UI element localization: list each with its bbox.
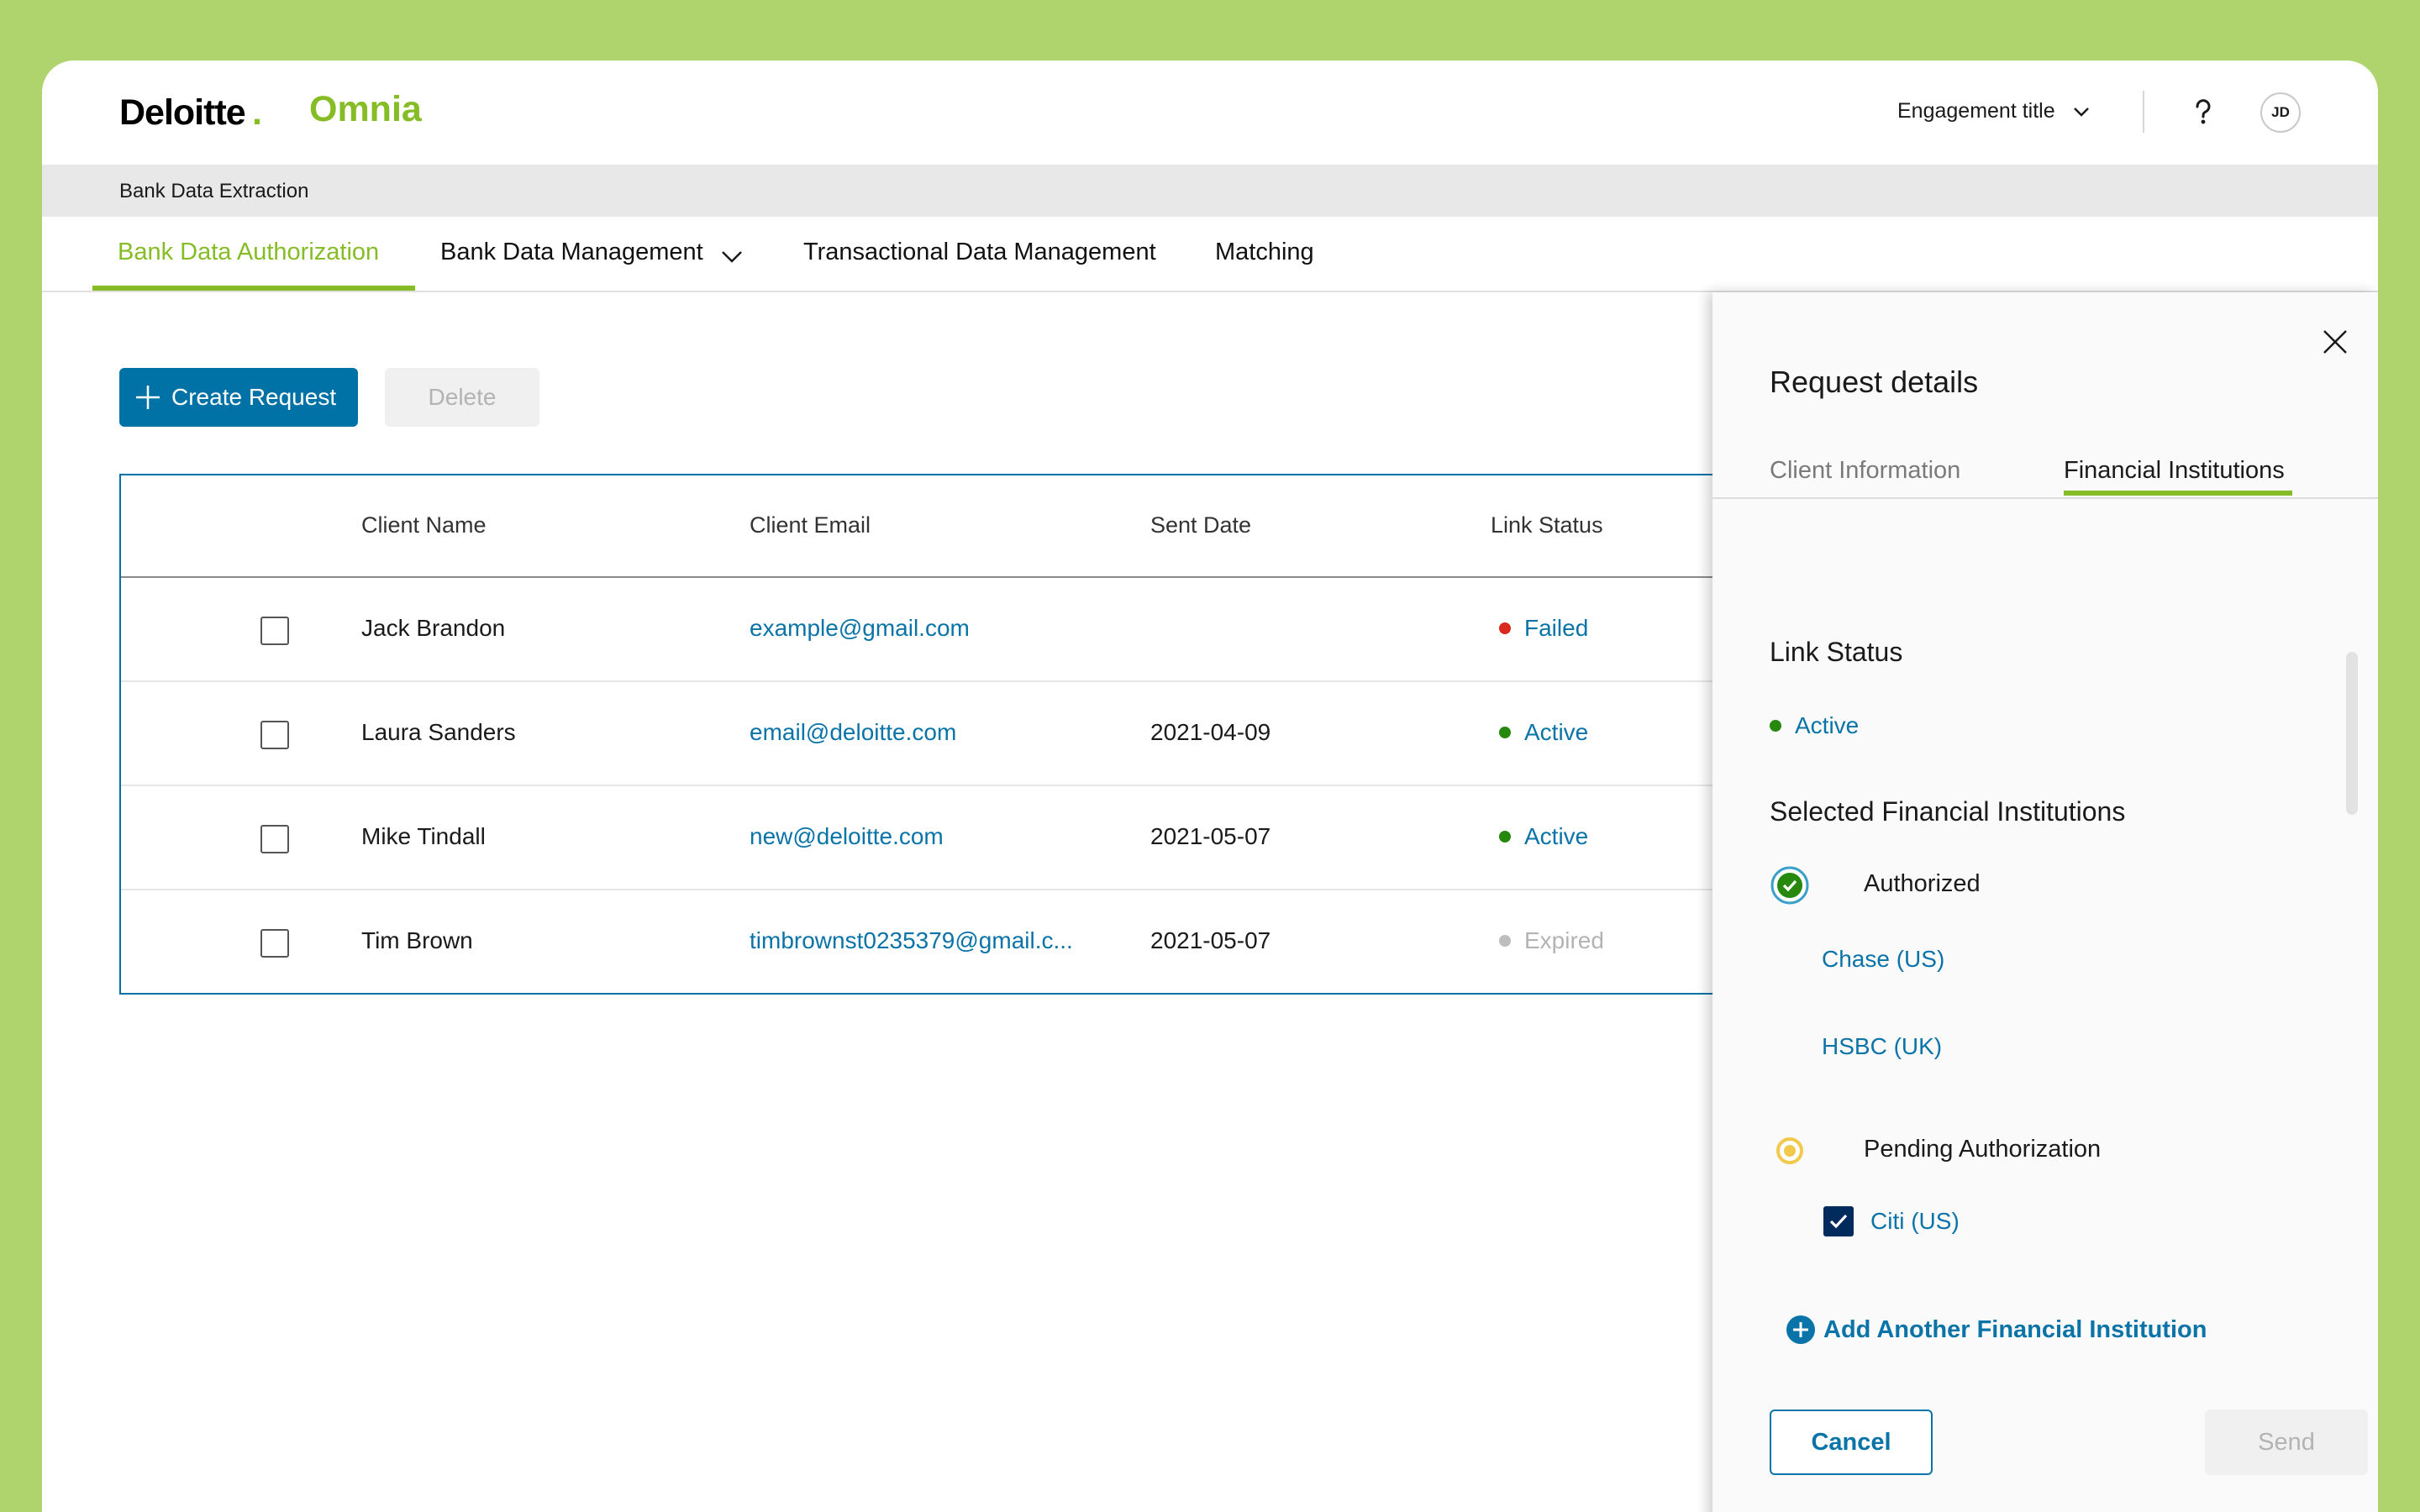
panel-link-status-value: Active [1795,712,1860,738]
tab-financial-institutions[interactable]: Financial Institutions [2064,457,2285,485]
table-row[interactable]: Mike Tindall new@deloitte.com 2021-05-07 Ac… [121,786,1840,890]
panel-scrollbar[interactable] [2346,652,2358,815]
link-status-heading: Link Status [1770,637,1903,667]
pending-authorization-label: Pending Authorization [1864,1136,2102,1163]
authorized-label: Authorized [1864,870,1981,897]
status-dot [1499,622,1511,634]
header-divider [2143,91,2144,133]
sent-date-cell: 2021-05-07 [1150,927,1271,953]
panel-tab-divider [1712,497,2378,499]
top-header: Deloitte . Omnia Engagement title JD [42,60,2378,165]
link-status-text: Expired [1524,927,1604,953]
table-row[interactable]: Laura Sanders email@deloitte.com 2021-04-0… [121,682,1840,786]
client-email-link[interactable]: example@gmail.com [750,615,970,642]
link-status-cell: Active [1499,823,1588,850]
row-checkbox[interactable] [260,825,289,853]
delete-button[interactable]: Delete [385,368,539,427]
request-details-panel: Request details Client Information Finan… [1712,292,2378,1512]
tab-client-information[interactable]: Client Information [1770,457,1960,485]
client-email-link[interactable]: timbrownst0235379@gmail.c... [750,927,1073,954]
table-row[interactable]: Jack Brandon example@gmail.com Failed [121,578,1840,682]
cancel-button[interactable]: Cancel [1770,1410,1933,1475]
panel-title: Request details [1770,365,1979,399]
column-link-status[interactable]: Link Status [1491,512,1603,538]
create-request-button[interactable]: Create Request [119,368,358,427]
add-institution-label: Add Another Financial Institution [1823,1315,2207,1343]
row-checkbox[interactable] [260,617,289,645]
plus-circle-icon [1786,1315,1815,1344]
chevron-down-icon[interactable] [718,242,746,270]
add-institution-button[interactable]: Add Another Financial Institution [1785,1314,2207,1346]
engagement-selector[interactable]: Engagement title [1897,99,2055,123]
requests-table: Client Name Client Email Sent Date Link … [119,474,1842,995]
tab-bank-data-authorization[interactable]: Bank Data Authorization [118,239,379,266]
table-row[interactable]: Tim Brown timbrownst0235379@gmail.c... 202… [121,890,1840,995]
client-email-link[interactable]: email@deloitte.com [750,719,956,746]
sent-date-cell: 2021-05-07 [1150,823,1271,849]
row-checkbox[interactable] [260,929,289,958]
active-tab-indicator [92,286,415,291]
panel-tab-indicator [2064,491,2292,496]
link-status-text: Active [1524,823,1589,849]
app-window: Deloitte . Omnia Engagement title JD Ban… [42,60,2378,1512]
breadcrumb-bar: Bank Data Extraction [42,165,2378,217]
tab-bank-data-management[interactable]: Bank Data Management [440,239,703,266]
create-request-label: Create Request [171,384,337,410]
help-icon[interactable] [2185,94,2222,131]
citi-checkbox[interactable] [1823,1206,1854,1236]
table-header: Client Name Client Email Sent Date Link … [121,475,1840,578]
product-name: Omnia [309,89,422,129]
sent-date-cell: 2021-04-09 [1150,719,1271,745]
panel-link-status: Active [1770,712,1859,739]
link-status-cell: Failed [1499,615,1588,642]
link-status-cell: Expired [1499,927,1604,954]
selected-institutions-heading: Selected Financial Institutions [1770,796,2126,827]
status-dot [1499,935,1511,947]
user-avatar[interactable]: JD [2260,92,2301,133]
deloitte-logo-dot: . [252,92,262,133]
column-client-name[interactable]: Client Name [361,512,487,538]
status-dot [1770,720,1781,732]
client-name-cell: Mike Tindall [361,823,486,849]
breadcrumb[interactable]: Bank Data Extraction [119,180,308,203]
tab-transactional-data-management[interactable]: Transactional Data Management [803,239,1156,266]
link-status-text: Active [1524,719,1589,745]
client-email-link[interactable]: new@deloitte.com [750,823,944,850]
authorized-institution-chase[interactable]: Chase (US) [1822,946,1944,973]
link-status-cell: Active [1499,719,1588,746]
pending-icon [1776,1137,1803,1164]
column-sent-date[interactable]: Sent Date [1150,512,1251,538]
client-name-cell: Jack Brandon [361,615,506,641]
main-nav: Bank Data Authorization Bank Data Manage… [42,217,2378,292]
link-status-text: Failed [1524,615,1589,641]
deloitte-logo: Deloitte [119,92,246,133]
plus-icon [136,386,160,409]
close-icon[interactable] [2321,328,2349,356]
pending-institution-citi[interactable]: Citi (US) [1870,1208,1960,1235]
column-client-email[interactable]: Client Email [750,512,871,538]
client-name-cell: Laura Sanders [361,719,516,745]
tab-matching[interactable]: Matching [1215,239,1314,266]
status-dot [1499,831,1511,843]
status-dot [1499,727,1511,738]
check-circle-icon [1770,866,1809,905]
chevron-down-icon[interactable] [2069,99,2094,124]
checkmark-icon [1829,1214,1848,1229]
send-button[interactable]: Send [2205,1410,2368,1475]
authorized-institution-hsbc[interactable]: HSBC (UK) [1822,1033,1942,1060]
row-checkbox[interactable] [260,721,289,749]
client-name-cell: Tim Brown [361,927,473,953]
